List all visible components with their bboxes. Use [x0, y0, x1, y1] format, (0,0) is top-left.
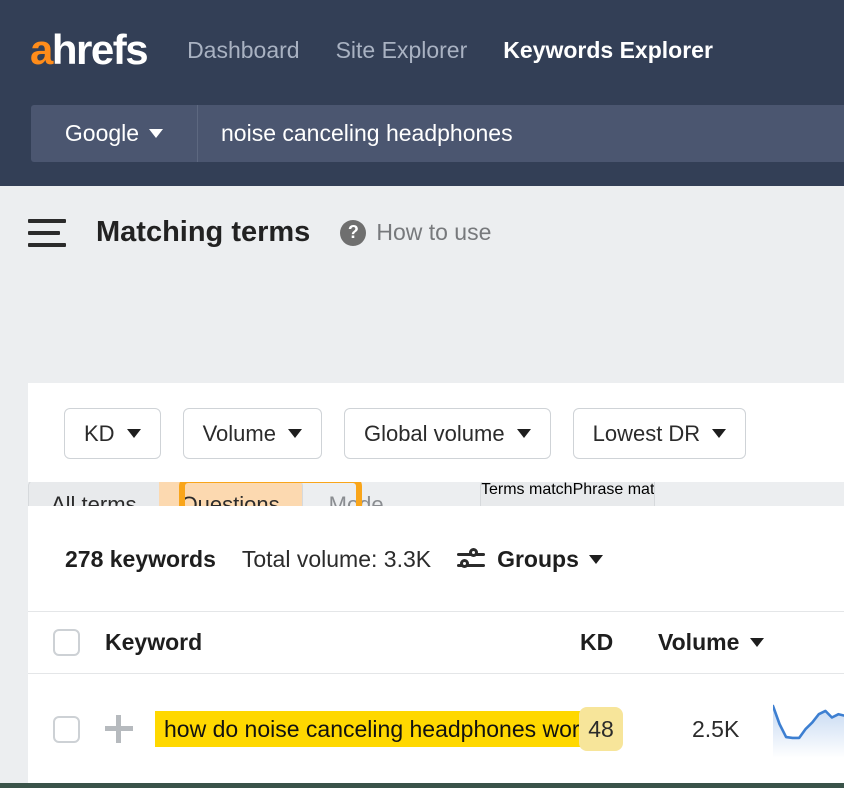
sliders-icon	[457, 549, 485, 571]
filter-volume[interactable]: Volume	[183, 408, 322, 459]
logo-letter-a: a	[30, 26, 52, 73]
chevron-down-icon	[149, 129, 163, 138]
sparkline-chart	[773, 700, 844, 758]
top-navigation-bar: ahrefs Dashboard Site Explorer Keywords …	[0, 0, 844, 186]
groups-dropdown[interactable]: Groups	[457, 546, 603, 573]
title-row: Matching terms ? How to use	[28, 216, 491, 249]
nav-links: Dashboard Site Explorer Keywords Explore…	[187, 37, 713, 64]
ahrefs-keywords-explorer-page: ahrefs Dashboard Site Explorer Keywords …	[0, 0, 844, 788]
filter-lowest-dr[interactable]: Lowest DR	[573, 408, 747, 459]
chevron-down-icon	[712, 429, 726, 438]
nav-row: ahrefs Dashboard Site Explorer Keywords …	[30, 22, 713, 78]
bottom-edge-strip	[0, 783, 844, 788]
filter-volume-label: Volume	[203, 421, 276, 447]
volume-cell: 2.5K	[692, 716, 739, 743]
search-bar: Google noise canceling headphones	[31, 105, 844, 162]
table-header-row: Keyword KD Volume	[28, 611, 844, 674]
filter-lowest-dr-label: Lowest DR	[593, 421, 701, 447]
table-row: how do noise canceling headphones work 4…	[28, 674, 844, 784]
how-to-use-link[interactable]: ? How to use	[340, 219, 491, 246]
filter-kd-label: KD	[84, 421, 115, 447]
chevron-down-icon	[589, 555, 603, 564]
column-header-volume[interactable]: Volume	[658, 629, 764, 656]
chevron-down-icon	[127, 429, 141, 438]
page-header: Matching terms ? How to use All terms Qu…	[0, 186, 844, 368]
groups-label: Groups	[497, 546, 579, 573]
column-header-kd[interactable]: KD	[580, 629, 613, 656]
plus-icon[interactable]	[105, 715, 133, 743]
keyword-count: 278 keywords	[65, 546, 216, 573]
kd-badge: 48	[579, 707, 623, 751]
results-panel: 278 keywords Total volume: 3.3K Groups K…	[28, 506, 844, 784]
filter-bar: KD Volume Global volume Lowest DR	[28, 383, 844, 482]
nav-link-dashboard[interactable]: Dashboard	[187, 37, 300, 64]
filter-kd[interactable]: KD	[64, 408, 161, 459]
filter-global-volume[interactable]: Global volume	[344, 408, 551, 459]
logo-text: hrefs	[52, 26, 147, 73]
nav-link-site-explorer[interactable]: Site Explorer	[336, 37, 468, 64]
total-volume: Total volume: 3.3K	[242, 546, 431, 573]
filter-global-volume-label: Global volume	[364, 421, 505, 447]
column-header-volume-label: Volume	[658, 629, 739, 656]
question-mark-icon: ?	[340, 220, 366, 246]
page-title: Matching terms	[96, 216, 310, 249]
search-query-input[interactable]: noise canceling headphones	[198, 105, 844, 162]
ahrefs-logo[interactable]: ahrefs	[30, 29, 147, 71]
column-header-keyword[interactable]: Keyword	[105, 629, 202, 656]
chevron-down-icon	[288, 429, 302, 438]
how-to-use-label: How to use	[376, 219, 491, 246]
search-engine-selector[interactable]: Google	[31, 105, 198, 162]
chevron-down-icon	[517, 429, 531, 438]
keyword-cell[interactable]: how do noise canceling headphones work	[155, 711, 600, 747]
nav-link-keywords-explorer[interactable]: Keywords Explorer	[503, 37, 713, 64]
row-checkbox[interactable]	[53, 716, 80, 743]
filter-buttons: KD Volume Global volume Lowest DR	[64, 408, 746, 459]
caret-down-icon	[750, 638, 764, 647]
hamburger-menu-icon[interactable]	[28, 219, 66, 247]
results-summary: 278 keywords Total volume: 3.3K Groups	[65, 546, 603, 573]
search-engine-label: Google	[65, 120, 139, 147]
select-all-checkbox[interactable]	[53, 629, 80, 656]
